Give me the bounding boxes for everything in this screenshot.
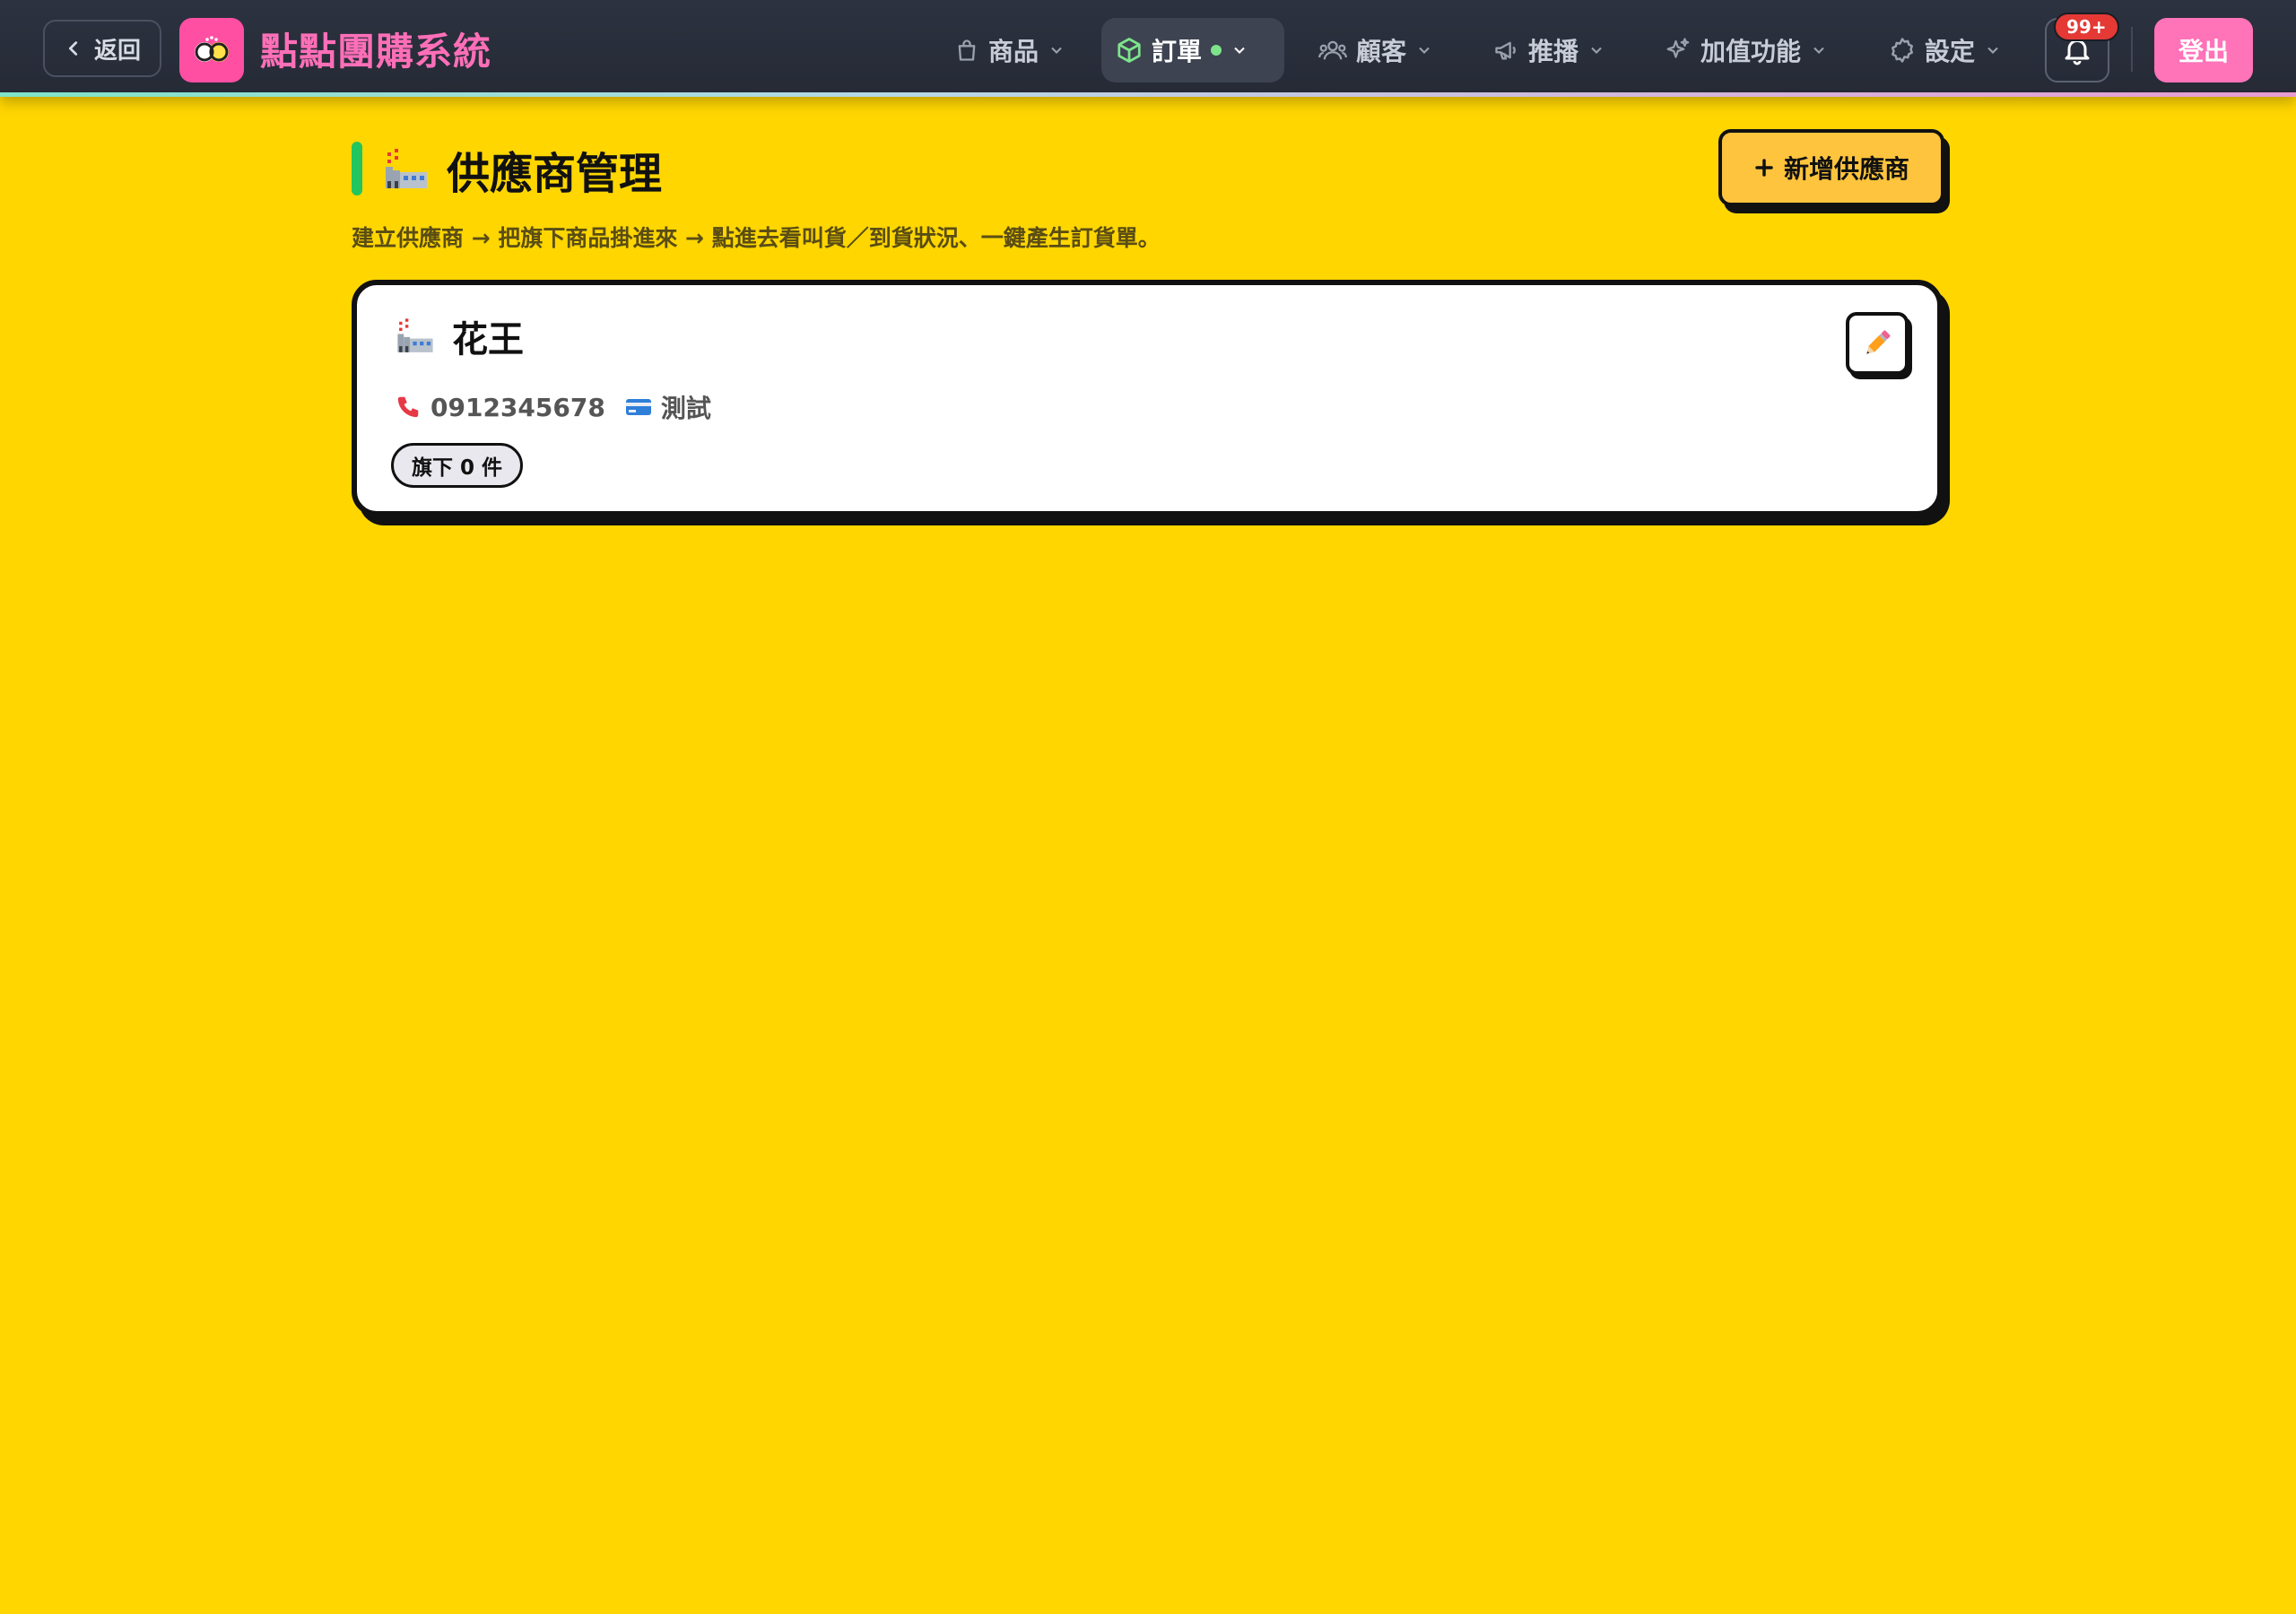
credit-card-icon — [625, 399, 651, 415]
gear-icon — [1892, 38, 1913, 63]
back-label: 返回 — [93, 37, 141, 65]
nav-label-settings: 設定 — [1925, 37, 1976, 66]
nav-label-addons: 加值功能 — [1700, 37, 1802, 66]
pencil-icon — [1866, 330, 1891, 354]
chevron-down-icon — [1591, 47, 1602, 54]
chevron-down-icon — [1813, 47, 1824, 54]
active-dot — [1211, 45, 1222, 56]
supplier-name: 花王 — [395, 310, 524, 362]
page-title: 供應商管理 — [382, 138, 662, 201]
product-count-badge: 旗下 0 件 — [391, 443, 524, 488]
nav-item-addons[interactable]: 加值功能 — [1650, 18, 1842, 82]
chevron-down-icon — [1051, 47, 1062, 54]
box-icon — [1118, 38, 1141, 63]
chevron-down-icon — [1419, 47, 1430, 54]
supplier-note: 測試 — [625, 389, 711, 425]
nav-item-customers[interactable]: 顧客 — [1304, 18, 1448, 82]
title-accent-bar — [352, 142, 362, 195]
chevron-down-icon — [1234, 47, 1245, 54]
nav-label-products: 商品 — [988, 37, 1039, 66]
factory-icon — [386, 149, 427, 188]
supplier-card[interactable]: 花王 0912345678 測試 旗下 0 件 — [352, 280, 1943, 516]
nav-item-products[interactable]: 商品 — [940, 18, 1080, 82]
factory-icon — [397, 318, 433, 352]
nav-label-broadcast: 推播 — [1528, 37, 1579, 66]
top-nav: 返回 點點團購系統 商品 訂單 顧客 推播 加值功能 設定 99+ 登出 — [0, 0, 2296, 97]
nav-item-broadcast[interactable]: 推播 — [1478, 18, 1620, 82]
eyes-logo-icon — [195, 36, 229, 62]
page-title-text: 供應商管理 — [447, 149, 663, 199]
nav-label-orders: 訂單 — [1152, 37, 1203, 66]
phone-icon — [397, 396, 419, 418]
page-subtitle: 建立供應商 → 把旗下商品掛進來 → 點進去看叫貨／到貨狀況、一鍵產生訂貨單。 — [352, 225, 1161, 251]
supplier-phone: 0912345678 — [395, 393, 605, 422]
add-supplier-button[interactable]: 新增供應商 — [1718, 129, 1944, 206]
brand-name[interactable]: 點點團購系統 — [260, 22, 491, 76]
brand-logo[interactable] — [179, 18, 244, 82]
edit-supplier-button[interactable] — [1846, 312, 1909, 375]
supplier-note-text: 測試 — [660, 394, 711, 423]
sparkles-icon — [1666, 38, 1690, 58]
chevron-left-icon — [68, 41, 78, 56]
nav-label-customers: 顧客 — [1356, 37, 1407, 66]
notification-count-badge: 99+ — [2054, 13, 2119, 41]
nav-accent-stripe — [0, 92, 2296, 97]
supplier-meta: 0912345678 測試 — [395, 389, 711, 425]
nav-item-settings[interactable]: 設定 — [1874, 18, 2016, 82]
plus-icon — [1755, 159, 1773, 177]
logout-button[interactable]: 登出 — [2154, 18, 2253, 82]
supplier-phone-text: 0912345678 — [430, 392, 605, 422]
back-button[interactable]: 返回 — [43, 20, 161, 77]
megaphone-icon — [1495, 41, 1516, 60]
users-icon — [1318, 40, 1347, 60]
nav-item-orders[interactable]: 訂單 — [1101, 18, 1284, 82]
chevron-down-icon — [1987, 47, 1998, 54]
add-supplier-label: 新增供應商 — [1783, 154, 1909, 184]
bag-icon — [958, 39, 976, 61]
supplier-name-text: 花王 — [452, 319, 524, 360]
nav-divider — [2131, 27, 2133, 72]
